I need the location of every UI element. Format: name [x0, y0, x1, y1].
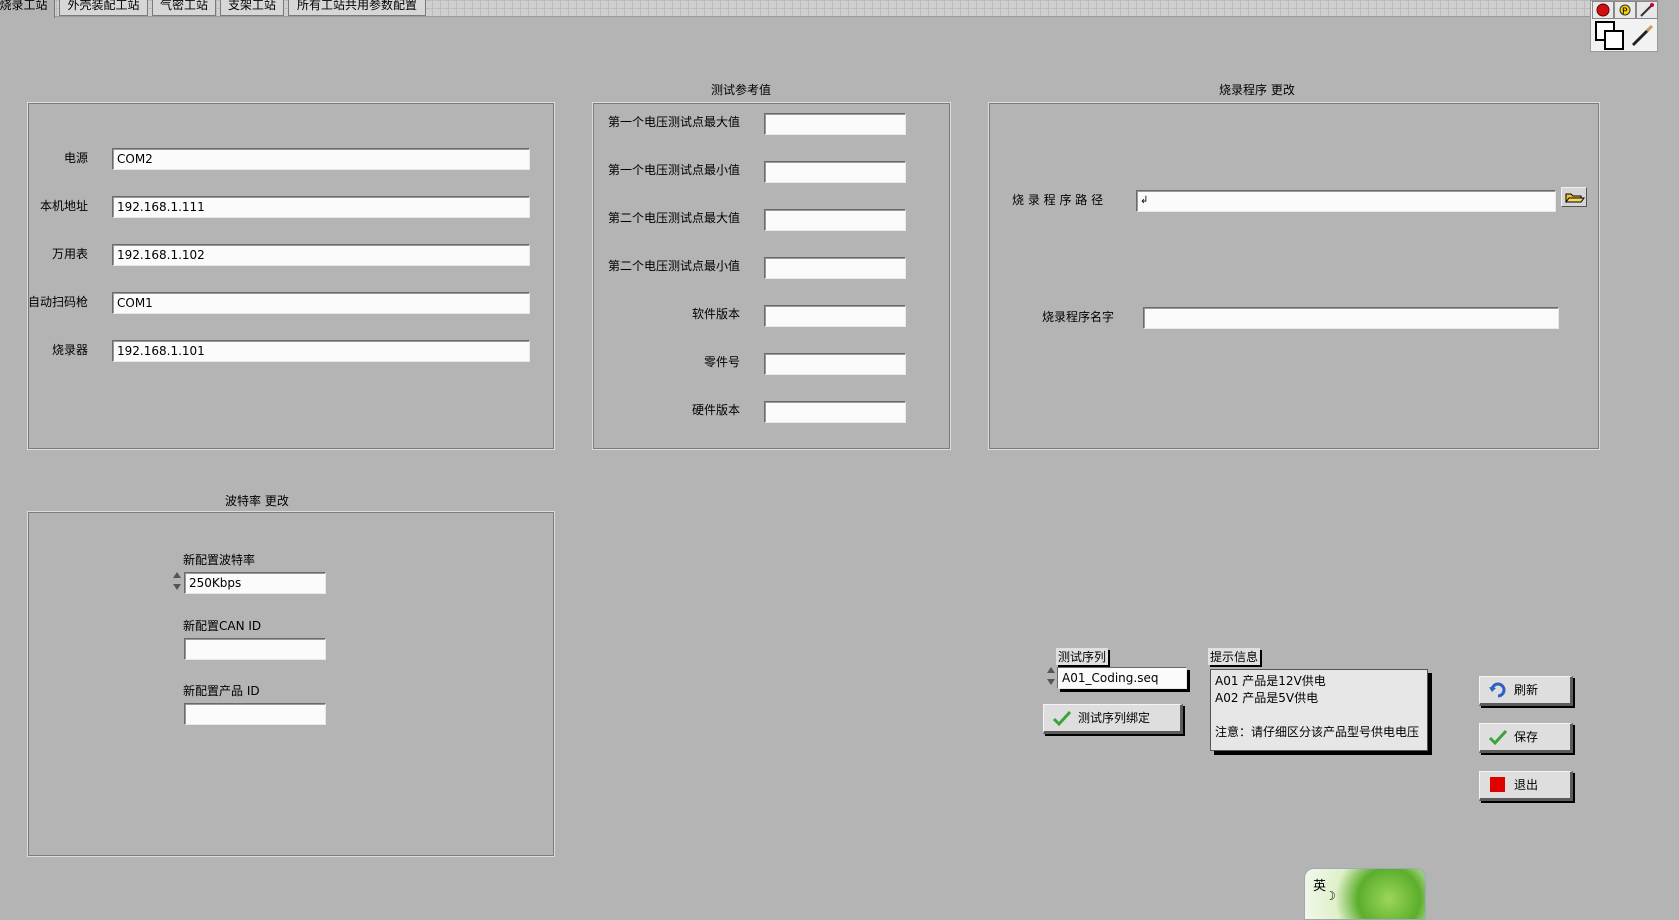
burn-name-label: 烧录程序名字	[1042, 310, 1115, 324]
tool-palette: P	[1590, 0, 1658, 52]
baud-panel-title: 波特率 更改	[225, 494, 289, 508]
v1-max-field[interactable]	[764, 113, 906, 135]
v2-min-field[interactable]	[764, 257, 906, 279]
burn-path-field[interactable]: ↲	[1136, 190, 1556, 212]
scanner-field[interactable]: COM1	[112, 292, 530, 314]
tab-shell-assembly-station[interactable]: 外壳装配工站	[59, 0, 148, 16]
v1-max-label: 第一个电压测试点最大值	[607, 115, 740, 129]
path-indicator-icon: ↲	[1140, 195, 1149, 206]
moon-icon: ☽	[1325, 889, 1336, 903]
svg-text:P: P	[1622, 7, 1628, 17]
power-label: 电源	[63, 151, 88, 165]
exit-button[interactable]: 退出	[1479, 771, 1573, 801]
baud-field[interactable]: 250Kbps	[184, 572, 326, 594]
check-icon	[1052, 709, 1072, 727]
hardware-version-field[interactable]	[764, 401, 906, 423]
v2-max-label: 第二个电压测试点最大值	[607, 211, 740, 225]
hardware-version-label: 硬件版本	[691, 403, 740, 417]
product-id-field[interactable]	[184, 703, 326, 725]
local-address-field[interactable]: 192.168.1.111	[112, 196, 530, 218]
refresh-button[interactable]: 刷新	[1479, 676, 1573, 706]
folder-open-icon[interactable]	[1561, 187, 1587, 207]
burn-program-panel	[988, 102, 1600, 450]
tab-burn-station[interactable]: 烧录工站	[0, 0, 55, 18]
software-version-label: 软件版本	[691, 307, 740, 321]
burner-field[interactable]: 192.168.1.101	[112, 340, 530, 362]
layers-icon[interactable]	[1595, 21, 1625, 51]
can-id-field[interactable]	[184, 638, 326, 660]
ref-panel-title: 测试参考值	[711, 83, 772, 97]
burn-name-field[interactable]	[1143, 307, 1559, 329]
tab-strip: 烧录工站 外壳装配工站 气密工站 支架工站 所有工站共用参数配置	[0, 0, 1590, 18]
v1-min-label: 第一个电压测试点最小值	[607, 163, 740, 177]
baud-rate-panel	[27, 511, 555, 857]
hint-line: A02 产品是5V供电	[1215, 691, 1319, 705]
part-number-field[interactable]	[764, 353, 906, 375]
v2-min-label: 第二个电压测试点最小值	[607, 259, 740, 273]
tab-airtight-station[interactable]: 气密工站	[152, 0, 216, 16]
sequence-field[interactable]: A01_Coding.seq	[1057, 667, 1187, 689]
v1-min-field[interactable]	[764, 161, 906, 183]
burn-path-label: 烧 录 程 序 路 径	[1012, 193, 1104, 207]
hint-line	[1215, 707, 1423, 724]
tab-shared-config[interactable]: 所有工站共用参数配置	[288, 0, 426, 16]
check-icon	[1488, 728, 1508, 746]
scanner-label: 自动扫码枪	[28, 295, 89, 309]
stop-icon[interactable]	[1592, 1, 1614, 19]
can-id-label: 新配置CAN ID	[183, 619, 262, 633]
refresh-icon	[1488, 681, 1508, 699]
ime-widget[interactable]: 英 ☽	[1304, 868, 1426, 920]
baud-label: 新配置波特率	[183, 553, 256, 567]
color-picker-icon[interactable]	[1636, 1, 1658, 19]
hint-line: A01 产品是12V供电	[1215, 674, 1326, 688]
burn-panel-title: 烧录程序 更改	[1219, 83, 1295, 97]
bind-sequence-button[interactable]: 测试序列绑定	[1043, 704, 1183, 734]
multimeter-label: 万用表	[51, 247, 88, 261]
paintbrush-icon[interactable]	[1629, 23, 1655, 49]
hint-line: 注意：请仔细区分该产品型号供电电压	[1215, 725, 1420, 739]
hint-label: 提示信息	[1208, 648, 1261, 665]
software-version-field[interactable]	[764, 305, 906, 327]
sequence-label: 测试序列	[1056, 648, 1109, 665]
baud-spinner[interactable]	[172, 569, 182, 595]
burner-label: 烧录器	[51, 343, 88, 357]
stop-square-icon	[1488, 776, 1508, 794]
save-button[interactable]: 保存	[1479, 723, 1573, 753]
local-address-label: 本机地址	[39, 199, 88, 213]
product-id-label: 新配置产品 ID	[183, 684, 260, 698]
multimeter-field[interactable]: 192.168.1.102	[112, 244, 530, 266]
probe-icon[interactable]: P	[1614, 1, 1636, 19]
sequence-spinner[interactable]	[1046, 664, 1056, 690]
hint-box: A01 产品是12V供电 A02 产品是5V供电 注意：请仔细区分该产品型号供电…	[1210, 669, 1428, 751]
power-field[interactable]: COM2	[112, 148, 530, 170]
part-number-label: 零件号	[703, 355, 740, 369]
v2-max-field[interactable]	[764, 209, 906, 231]
tab-bracket-station[interactable]: 支架工站	[220, 0, 284, 16]
